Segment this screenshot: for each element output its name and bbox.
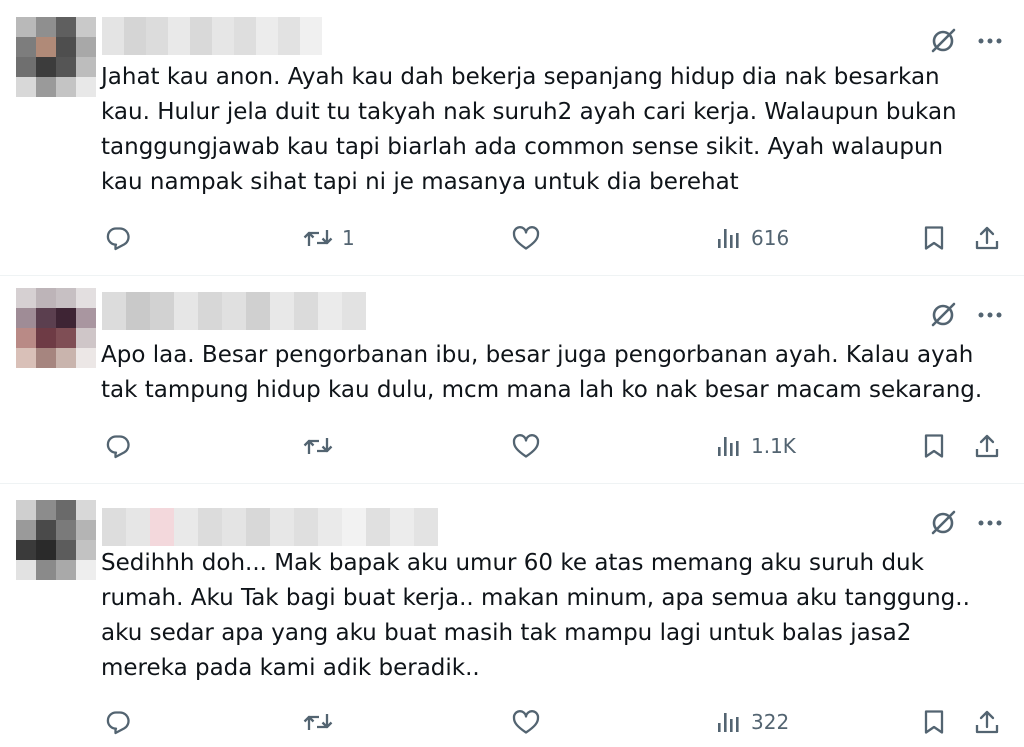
reply-tweet[interactable]: Sedihhh doh... Mak bapak aku umur 60 ke … [0,484,1024,747]
share-icon [973,224,1001,252]
bookmark-icon [920,708,948,736]
share-button[interactable] [973,706,1001,738]
views-button[interactable]: 1.1K [715,430,796,462]
avatar[interactable] [16,500,96,580]
more-icon[interactable] [978,311,1002,319]
grok-icon[interactable] [928,508,958,538]
like-icon [511,708,541,736]
more-icon[interactable] [978,37,1002,45]
views-icon [715,708,743,736]
like-button[interactable] [511,706,541,738]
bookmark-button[interactable] [920,222,948,254]
reply-button[interactable] [104,222,132,254]
views-button[interactable]: 322 [715,706,789,738]
like-icon [511,224,541,252]
retweet-icon [302,708,334,736]
tweet-top-actions [928,508,1002,538]
views-icon [715,224,743,252]
retweet-button[interactable]: 1 [302,222,355,254]
username-blurred[interactable] [102,17,322,55]
tweet-top-actions [928,26,1002,56]
bookmark-button[interactable] [920,706,948,738]
views-button[interactable]: 616 [715,222,789,254]
share-icon [973,432,1001,460]
username-blurred[interactable] [102,508,438,546]
reply-tweet[interactable]: Apo laa. Besar pengorbanan ibu, besar ju… [0,276,1024,483]
grok-icon[interactable] [928,300,958,330]
bookmark-icon [920,432,948,460]
tweet-text: Jahat kau anon. Ayah kau dah bekerja sep… [101,64,957,195]
like-button[interactable] [511,430,541,462]
avatar[interactable] [16,288,96,368]
retweet-count: 1 [342,226,355,250]
tweet-text: Sedihhh doh... Mak bapak aku umur 60 ke … [101,550,970,681]
view-count: 616 [751,226,790,250]
bookmark-icon [920,224,948,252]
retweet-button[interactable] [302,430,342,462]
tweet-actions: 322 [0,706,1024,738]
like-icon [511,432,541,460]
reply-tweet[interactable]: Jahat kau anon. Ayah kau dah bekerja sep… [0,0,1024,275]
retweet-icon [302,432,334,460]
more-icon[interactable] [978,519,1002,527]
tweet-text: Apo laa. Besar pengorbanan ibu, besar ju… [101,342,983,403]
reply-icon [104,708,132,736]
bookmark-button[interactable] [920,430,948,462]
grok-icon[interactable] [928,26,958,56]
tweet-actions: 1.1K [0,430,1024,462]
retweet-icon [302,224,334,252]
retweet-button[interactable] [302,706,342,738]
tweet-actions: 1 616 [0,222,1024,254]
like-button[interactable] [511,222,541,254]
avatar[interactable] [16,17,96,97]
view-count: 322 [751,710,790,734]
share-icon [973,708,1001,736]
share-button[interactable] [973,430,1001,462]
reply-button[interactable] [104,706,132,738]
view-count: 1.1K [751,434,796,458]
username-blurred[interactable] [102,292,366,330]
reply-icon [104,224,132,252]
tweet-top-actions [928,300,1002,330]
reply-button[interactable] [104,430,132,462]
reply-icon [104,432,132,460]
views-icon [715,432,743,460]
share-button[interactable] [973,222,1001,254]
